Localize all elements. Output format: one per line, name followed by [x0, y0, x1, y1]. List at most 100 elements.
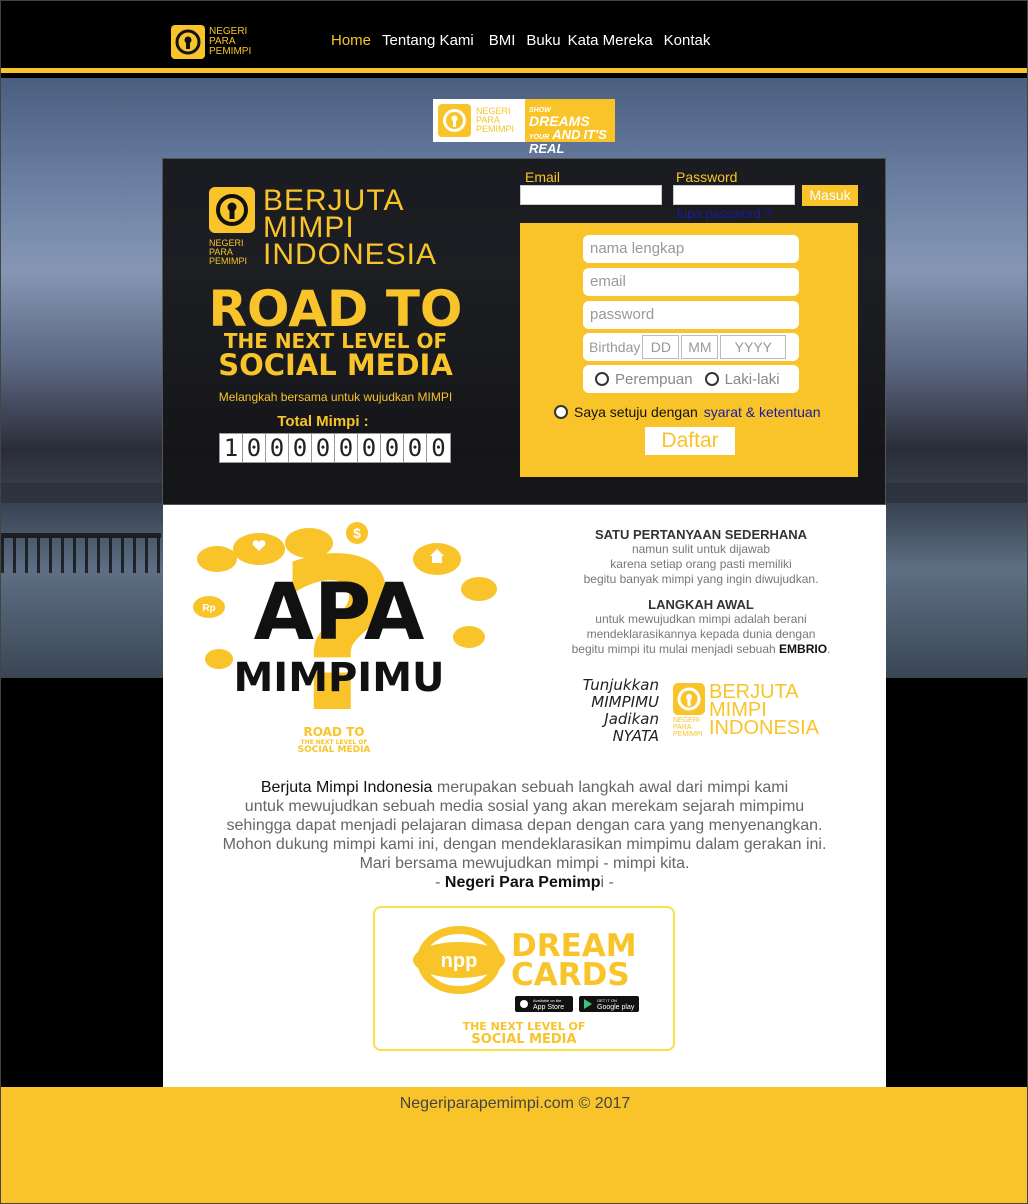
badge-logo: NEGERI PARA PEMIMPI: [437, 103, 521, 138]
keyhole-logo-icon: [216, 194, 248, 226]
bmi-logo-mark: [209, 187, 255, 233]
npp-text: npp: [441, 950, 478, 972]
apa-text: APA: [254, 568, 425, 658]
badge-logo-text: NEGERI PARA PEMIMPI: [476, 107, 514, 134]
q1-line: namun sulit untuk dijawab: [631, 542, 771, 556]
counter-digit: 0: [266, 434, 289, 462]
gender-female-radio[interactable]: [595, 372, 609, 386]
hero-panel: NEGERI PARA PEMIMPI BERJUTA MIMPI INDONE…: [162, 158, 886, 505]
app-store-text: App Store: [533, 1004, 564, 1011]
counter-digit: 0: [335, 434, 358, 462]
total-mimpi-label: Total Mimpi :: [277, 413, 369, 430]
apa-mimpimu-graphic: $ Rp ? APA MIMPIMU ROAD TO THE NEXT LEVE…: [193, 519, 497, 755]
small-text-line: PARA: [673, 724, 692, 731]
menu-item-home[interactable]: Home: [331, 32, 371, 49]
gender-male-label: Laki-laki: [724, 370, 780, 388]
campaign-badge: NEGERI PARA PEMIMPI SHOW DREAMS YOUR AND…: [433, 99, 615, 155]
bmi-logo-small-text: NEGERI PARA PEMIMPI: [209, 239, 247, 266]
counter-digit: 0: [358, 434, 381, 462]
para-line: Berjuta Mimpi Indonesia merupakan sebuah…: [183, 778, 866, 797]
birthday-year-input[interactable]: YYYY: [720, 335, 787, 359]
bmi-logo-secondary: NEGERI PARA PEMIMPI BERJUTA MIMPI INDONE…: [673, 682, 843, 743]
register-fullname-input[interactable]: nama lengkap: [583, 235, 799, 263]
tunjukkan-slogan: Tunjukkan MIMPIMU Jadikan NYATA: [573, 677, 659, 745]
pier-silhouette: [1, 533, 161, 573]
slogan-line: Jadikan: [604, 710, 659, 728]
gender-male-radio[interactable]: [704, 372, 719, 386]
cards-text: CARDS: [511, 957, 630, 993]
q1-line: karena setiap orang pasti memiliki: [610, 557, 792, 571]
counter-digit: 0: [431, 434, 446, 462]
question-section: SATU PERTANYAAN SEDERHANA namun sulit un…: [541, 527, 861, 657]
birthday-day-input[interactable]: DD: [642, 335, 680, 359]
para-line: untuk mewujudkan sebuah media sosial yan…: [244, 798, 805, 815]
birthday-month-input[interactable]: MM: [681, 335, 719, 359]
site-logo-text: NEGERI PARA PEMIMPI: [209, 27, 251, 57]
terms-link[interactable]: syarat & ketentuan: [704, 404, 821, 420]
login-email-input[interactable]: [520, 185, 662, 205]
badge-slogan: SHOW DREAMS YOUR AND IT'S REAL: [525, 99, 615, 155]
signoff: - Negeri Para Pemimpi -: [183, 873, 866, 892]
footer: Negeriparapemimpi.com © 2017: [1, 1087, 1027, 1203]
site-logo[interactable]: [171, 25, 205, 59]
register-password-input[interactable]: password: [583, 301, 799, 329]
login-email-label: Email: [525, 169, 561, 185]
slogan-word: REAL: [529, 141, 565, 156]
badge-text-line: PEMIMPI: [476, 124, 515, 134]
counter-digit: 0: [312, 434, 335, 462]
login-button[interactable]: Masuk: [802, 185, 858, 206]
menu-item-kontak[interactable]: Kontak: [664, 32, 711, 49]
wordmark-line: INDONESIA: [709, 717, 820, 739]
birthday-field: Birthday DD MM YYYY: [583, 333, 799, 361]
menu-item-tentang-kami[interactable]: Tentang Kami: [382, 32, 474, 49]
bmi2-wordmark: BERJUTA MIMPI INDONESIA: [709, 682, 820, 739]
slogan-word: YOUR: [529, 134, 550, 141]
dream-cards-promo[interactable]: npp DREAM CARDS Available on the App Sto…: [373, 906, 675, 1051]
page: NEGERI PARA PEMIMPI Home Tentang Kami BM…: [0, 0, 1028, 1204]
forgot-password-link[interactable]: lupa password ?: [677, 206, 772, 221]
terms-radio[interactable]: [554, 405, 568, 419]
small-text-line: NEGERI: [673, 717, 700, 724]
main-menu: Home Tentang Kami BMI Buku Kata Mereka K…: [331, 32, 710, 49]
house-icon: [432, 555, 442, 563]
register-form: nama lengkap email password Birthday DD …: [520, 223, 858, 477]
app-store-badge[interactable]: Available on the App Store: [515, 996, 573, 1012]
q2-line: untuk mewujudkan mimpi adalah berani: [595, 612, 807, 626]
keyhole-logo-icon: [438, 104, 471, 137]
menu-item-kata-mereka[interactable]: Kata Mereka: [568, 32, 653, 49]
register-email-input[interactable]: email: [583, 268, 799, 296]
app-store-small-text: Available on the: [533, 998, 562, 1003]
register-button[interactable]: Daftar: [645, 427, 735, 455]
signoff-name: Negeri Para Pemimp: [444, 874, 601, 891]
slogan-line: MIMPIMU: [591, 693, 659, 711]
dream-social-media: SOCIAL MEDIA: [471, 1032, 576, 1047]
counter-digit: 0: [243, 434, 266, 462]
total-mimpi-counter: 1 0 0 0 0 0 0 0 0 0: [219, 433, 451, 463]
top-nav: NEGERI PARA PEMIMPI Home Tentang Kami BM…: [1, 1, 1027, 73]
slogan-word: AND: [552, 127, 581, 142]
para-line: Mari bersama mewujudkan mimpi - mimpi ki…: [359, 855, 690, 872]
google-play-badge[interactable]: GET IT ON Google play: [579, 996, 639, 1012]
para-highlight: Berjuta Mimpi Indonesia: [260, 779, 433, 796]
bmi-logo-wordmark: BERJUTA MIMPI INDONESIA: [263, 186, 437, 270]
counter-digit: 0: [289, 434, 312, 462]
about-paragraph: Berjuta Mimpi Indonesia merupakan sebuah…: [183, 778, 866, 892]
small-text-line: PEMIMPI: [209, 256, 248, 266]
main-content: $ Rp ? APA MIMPIMU ROAD TO THE NEXT LEVE…: [163, 505, 886, 1087]
bmi2-small-text: NEGERI PARA PEMIMPI: [673, 717, 703, 738]
q2-line: mendeklarasikannya kepada dunia dengan: [586, 627, 816, 641]
terms-text: Saya setuju dengan: [574, 404, 698, 420]
login-password-label: Password: [676, 169, 738, 185]
menu-item-buku[interactable]: Buku: [526, 32, 560, 49]
apple-icon: [520, 1000, 528, 1008]
login-password-input[interactable]: [673, 185, 795, 205]
rp-symbol: Rp: [202, 603, 215, 614]
menu-item-bmi[interactable]: BMI: [489, 32, 516, 49]
gender-field: Perempuan Laki-laki: [583, 365, 799, 393]
slogan-word: IT'S: [583, 127, 607, 142]
wordmark-line: MIMPI: [263, 211, 355, 244]
q2-title: LANGKAH AWAL: [648, 597, 754, 612]
birthday-label: Birthday: [589, 339, 641, 355]
bmi-logo: NEGERI PARA PEMIMPI BERJUTA MIMPI INDONE…: [209, 186, 459, 270]
keyhole-logo-icon: [673, 683, 705, 715]
